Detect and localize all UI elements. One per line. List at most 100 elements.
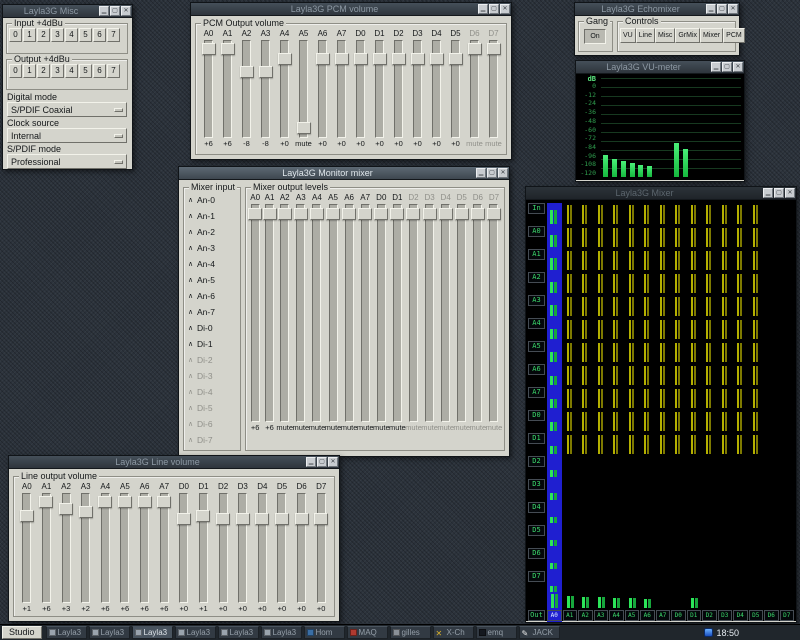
matrix-col-label-D0[interactable]: D0: [671, 610, 686, 621]
matrix-col-label-A3[interactable]: A3: [594, 610, 609, 621]
mixer-input-item-An-3[interactable]: ∧An-3: [186, 240, 238, 256]
matrix-row-label-A6[interactable]: A6: [528, 364, 545, 375]
close-icon[interactable]: ✕: [121, 6, 131, 16]
slider-knob[interactable]: [374, 208, 388, 220]
matrix-col-label-A6[interactable]: A6: [640, 610, 655, 621]
slider-trough[interactable]: [160, 493, 169, 603]
matrix-row-label-D0[interactable]: D0: [528, 410, 545, 421]
input-4dbu-toggle-1[interactable]: 1: [23, 28, 36, 42]
clock-source-select[interactable]: Internal: [7, 128, 127, 143]
matrix-col-label-A1[interactable]: A1: [563, 610, 578, 621]
workspace-button[interactable]: Studio: [2, 626, 42, 639]
output-4dbu-toggle-1[interactable]: 1: [23, 64, 36, 78]
input-4dbu-toggle-3[interactable]: 3: [51, 28, 64, 42]
matrix-row-label-A2[interactable]: A2: [528, 272, 545, 283]
mixer-input-item-An-4[interactable]: ∧An-4: [186, 256, 238, 272]
matrix-row-label-D6[interactable]: D6: [528, 548, 545, 559]
slider-knob[interactable]: [39, 496, 53, 508]
slider-knob[interactable]: [455, 208, 469, 220]
main-titlebar[interactable]: Layla3G Echomixer ▁▢✕: [575, 3, 739, 16]
slider-trough[interactable]: [251, 204, 260, 422]
minimize-icon[interactable]: ▁: [478, 4, 488, 14]
output-4dbu-toggle-5[interactable]: 5: [79, 64, 92, 78]
slider-knob[interactable]: [358, 208, 372, 220]
mixer-input-item-An-6[interactable]: ∧An-6: [186, 288, 238, 304]
slider-trough[interactable]: [312, 204, 321, 422]
slider-knob[interactable]: [487, 208, 501, 220]
pcm-titlebar[interactable]: Layla3G PCM volume ▁▢✕: [191, 3, 511, 16]
slider-knob[interactable]: [406, 208, 420, 220]
slider-trough[interactable]: [258, 493, 267, 603]
maximize-icon[interactable]: ▢: [317, 457, 327, 467]
taskbar-app-maq[interactable]: MAQ: [347, 626, 388, 639]
matrix-row-label-A7[interactable]: A7: [528, 387, 545, 398]
slider-knob[interactable]: [221, 43, 235, 55]
slider-knob[interactable]: [294, 208, 308, 220]
matrix-col-label-A5[interactable]: A5: [625, 610, 640, 621]
mixer-input-item-An-7[interactable]: ∧An-7: [186, 304, 238, 320]
taskbar-app-x-ch[interactable]: ✕X-Ch: [433, 626, 474, 639]
slider-knob[interactable]: [316, 53, 330, 65]
slider-trough[interactable]: [393, 204, 402, 422]
mixer-input-item-Di-2[interactable]: ∧Di-2: [186, 352, 238, 368]
slider-trough[interactable]: [140, 493, 149, 603]
misc-titlebar[interactable]: Layla3G Misc ▁▢✕: [3, 5, 132, 18]
slider-knob[interactable]: [248, 208, 262, 220]
slider-knob[interactable]: [423, 208, 437, 220]
close-icon[interactable]: ✕: [785, 188, 795, 198]
mixer-input-item-Di-0[interactable]: ∧Di-0: [186, 320, 238, 336]
slider-knob[interactable]: [278, 208, 292, 220]
close-icon[interactable]: ✕: [500, 4, 510, 14]
slider-knob[interactable]: [216, 513, 230, 525]
slider-knob[interactable]: [59, 503, 73, 515]
slider-knob[interactable]: [354, 53, 368, 65]
monitor-titlebar[interactable]: Layla3G Monitor mixer ▁▢✕: [179, 167, 509, 180]
slider-trough[interactable]: [425, 204, 434, 422]
mixer-input-item-Di-6[interactable]: ∧Di-6: [186, 416, 238, 432]
slider-knob[interactable]: [487, 43, 501, 55]
input-4dbu-toggle-2[interactable]: 2: [37, 28, 50, 42]
taskbar-app-gilles[interactable]: gilles: [390, 626, 431, 639]
slider-knob[interactable]: [439, 208, 453, 220]
slider-trough[interactable]: [261, 40, 270, 138]
slider-knob[interactable]: [275, 513, 289, 525]
minimize-icon[interactable]: ▁: [763, 188, 773, 198]
control-button-misc[interactable]: Misc: [655, 28, 675, 43]
taskbar-task-4[interactable]: Layla3: [218, 626, 259, 639]
slider-knob[interactable]: [310, 208, 324, 220]
slider-trough[interactable]: [179, 493, 188, 603]
taskbar-task-2[interactable]: Layla3: [132, 626, 173, 639]
taskbar-task-0[interactable]: Layla3: [46, 626, 87, 639]
slider-knob[interactable]: [297, 122, 311, 134]
taskbar-task-5[interactable]: Layla3: [261, 626, 302, 639]
close-icon[interactable]: ✕: [328, 457, 338, 467]
maximize-icon[interactable]: ▢: [722, 62, 732, 72]
slider-knob[interactable]: [236, 513, 250, 525]
matrix-row-label-D5[interactable]: D5: [528, 525, 545, 536]
slider-knob[interactable]: [118, 496, 132, 508]
slider-knob[interactable]: [342, 208, 356, 220]
gang-on-button[interactable]: On: [584, 29, 606, 44]
output-4dbu-toggle-7[interactable]: 7: [107, 64, 120, 78]
slider-knob[interactable]: [468, 43, 482, 55]
slider-trough[interactable]: [242, 40, 251, 138]
taskbar-app-emq[interactable]: emq: [476, 626, 517, 639]
taskbar-task-3[interactable]: Layla3: [175, 626, 216, 639]
digital-mode-select[interactable]: S/PDIF Coaxial: [7, 102, 127, 117]
matrix-col-label-A2[interactable]: A2: [578, 610, 593, 621]
mixer-input-item-An-1[interactable]: ∧An-1: [186, 208, 238, 224]
taskbar-task-1[interactable]: Layla3: [89, 626, 130, 639]
slider-trough[interactable]: [265, 204, 274, 422]
matrix-col-label-D1[interactable]: D1: [687, 610, 702, 621]
slider-knob[interactable]: [449, 53, 463, 65]
maximize-icon[interactable]: ▢: [774, 188, 784, 198]
matrix-row-label-D7[interactable]: D7: [528, 571, 545, 582]
slider-trough[interactable]: [473, 204, 482, 422]
slider-trough[interactable]: [329, 204, 338, 422]
slider-knob[interactable]: [278, 53, 292, 65]
slider-knob[interactable]: [138, 496, 152, 508]
control-button-mixer[interactable]: Mixer: [700, 28, 723, 43]
mixer-input-item-Di-1[interactable]: ∧Di-1: [186, 336, 238, 352]
slider-trough[interactable]: [297, 493, 306, 603]
slider-trough[interactable]: [441, 204, 450, 422]
